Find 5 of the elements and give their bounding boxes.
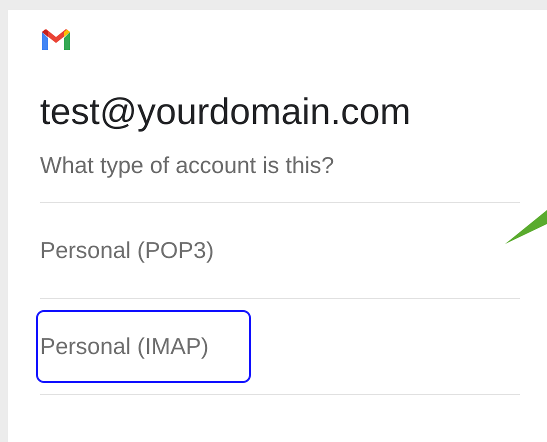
account-type-question: What type of account is this? xyxy=(40,151,336,180)
mail-logo-icon xyxy=(40,28,72,52)
account-type-option[interactable]: Personal (POP3) xyxy=(36,214,256,287)
account-email: test@yourdomain.com xyxy=(40,90,412,134)
account-type-option[interactable]: Personal (IMAP) xyxy=(36,310,251,383)
